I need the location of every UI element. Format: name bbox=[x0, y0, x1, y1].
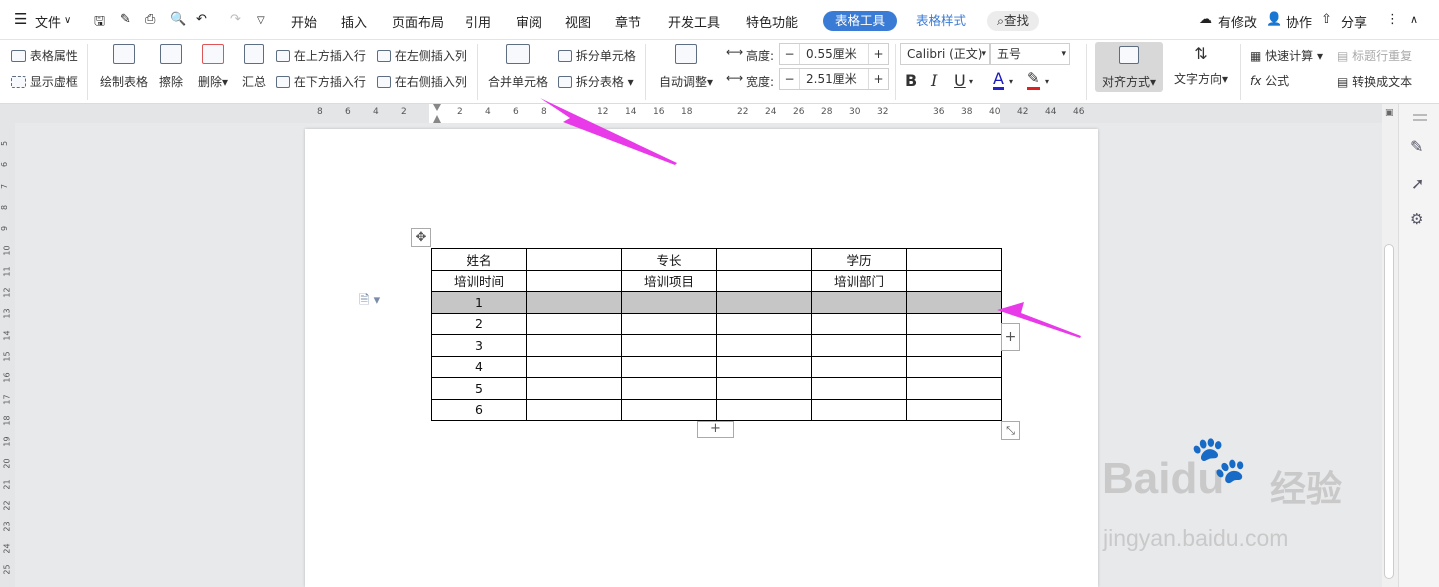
panel-menu-icon[interactable] bbox=[1413, 114, 1427, 116]
arrow-to-merge-cells bbox=[540, 98, 677, 165]
pen-icon[interactable]: ✎ bbox=[1410, 137, 1423, 156]
arrow-to-selected-row bbox=[997, 302, 1081, 338]
watermark-brand-cn: 经验 bbox=[1270, 468, 1343, 509]
right-side-panel: ✎ ➚ ⚙ bbox=[1398, 104, 1439, 587]
scrollbar-thumb[interactable] bbox=[1384, 244, 1394, 579]
vertical-scrollbar[interactable]: ▣ bbox=[1382, 104, 1398, 587]
settings-sliders-icon[interactable]: ⚙ bbox=[1410, 210, 1423, 228]
paw-icon: 🐾 bbox=[1190, 432, 1248, 486]
watermark-url: jingyan.baidu.com bbox=[1103, 525, 1289, 551]
scroll-top-icon[interactable]: ▣ bbox=[1385, 108, 1394, 118]
cursor-icon[interactable]: ➚ bbox=[1411, 174, 1424, 193]
